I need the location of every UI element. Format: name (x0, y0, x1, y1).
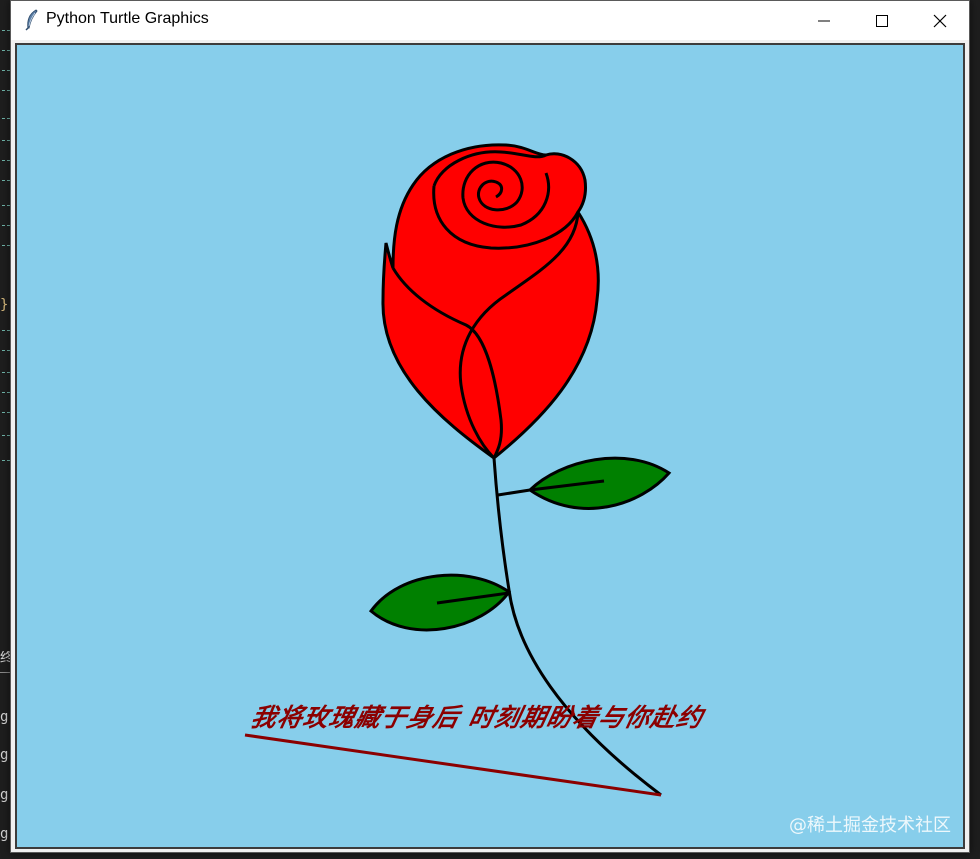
upper-leaf (527, 456, 672, 510)
title-bar[interactable]: Python Turtle Graphics (11, 1, 969, 40)
indent-guide (2, 205, 10, 206)
close-button[interactable] (911, 1, 969, 40)
indent-guide (2, 50, 10, 51)
indent-guide (2, 118, 10, 119)
editor-fragment: g (0, 748, 9, 762)
rose-drawing: 我将玫瑰藏于身后 时刻期盼着与你赴约 (244, 143, 709, 797)
indent-guide (2, 160, 10, 161)
editor-fragment: g (0, 710, 9, 724)
editor-fragment: g (0, 788, 9, 802)
editor-fragment: g (0, 827, 9, 841)
turtle-canvas[interactable]: 我将玫瑰藏于身后 时刻期盼着与你赴约 @稀土掘金技术社区 (15, 43, 965, 849)
indent-guide (2, 460, 10, 461)
maximize-icon (876, 14, 888, 27)
indent-guide (2, 350, 10, 351)
feather-icon (25, 9, 38, 31)
indent-guide (2, 245, 10, 246)
minimize-icon (818, 20, 830, 21)
indent-guide (2, 30, 10, 31)
maximize-button[interactable] (853, 1, 911, 40)
indent-guide (2, 140, 10, 141)
indent-guide (2, 372, 10, 373)
indent-guide (2, 90, 10, 91)
rose-bloom (381, 143, 600, 460)
window-title: Python Turtle Graphics (46, 10, 209, 27)
indent-guide (2, 435, 10, 436)
turtle-graphics-window: Python Turtle Graphics 我将玫瑰藏于身后 时刻期盼着与你赴… (10, 0, 970, 853)
editor-fragment: } (0, 298, 9, 312)
close-icon (933, 14, 947, 27)
indent-guide (2, 70, 10, 71)
caption-text: 我将玫瑰藏于身后 时刻期盼着与你赴约 (248, 702, 708, 732)
minimize-button[interactable] (795, 1, 853, 40)
editor-fragment: 终 (0, 651, 10, 665)
indent-guide (2, 330, 10, 331)
watermark-text: @稀土掘金技术社区 (789, 815, 951, 836)
indent-guide (2, 412, 10, 413)
indent-guide (2, 225, 10, 226)
indent-guide (2, 180, 10, 181)
indent-guide (2, 392, 10, 393)
